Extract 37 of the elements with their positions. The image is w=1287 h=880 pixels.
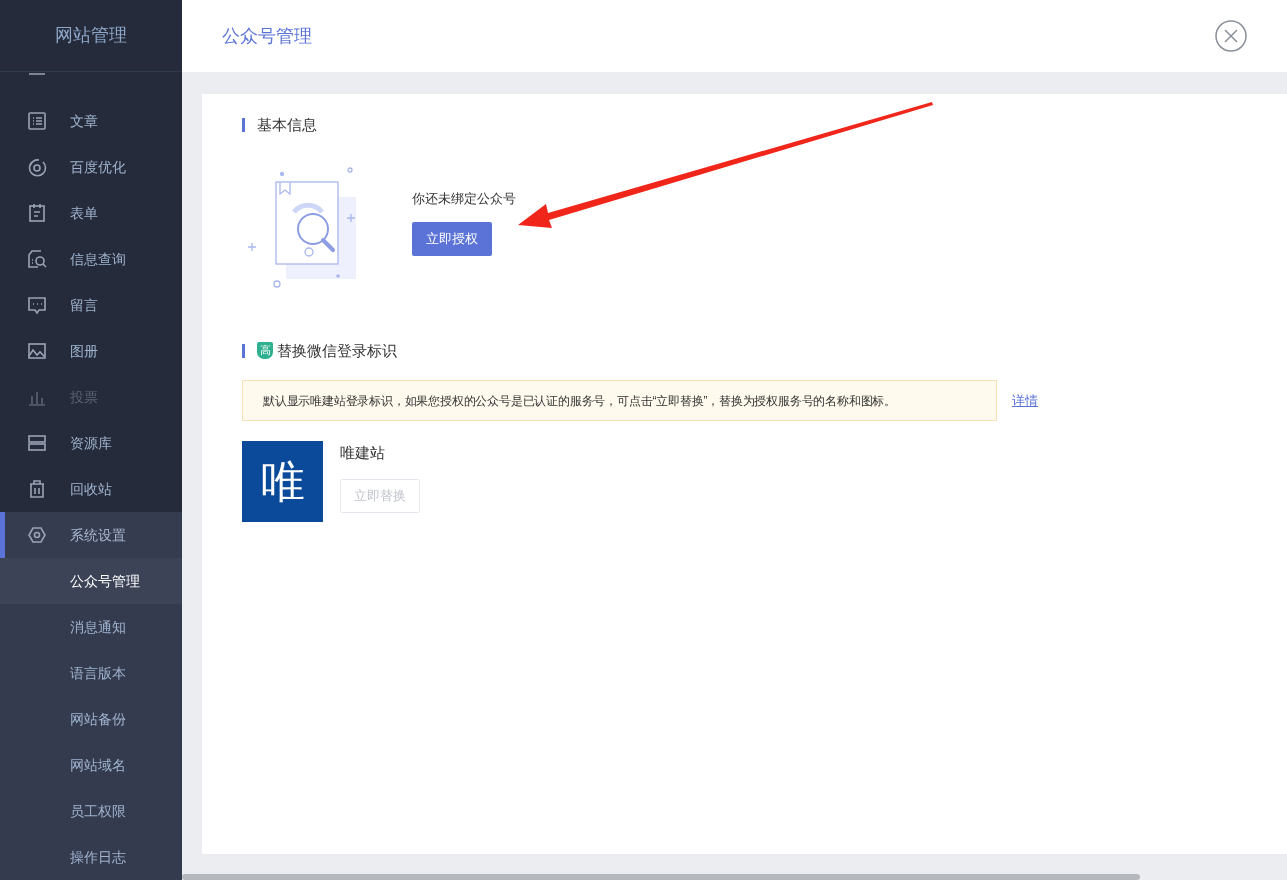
premium-badge: 高: [257, 342, 273, 360]
menu-item[interactable]: 资源库: [0, 420, 182, 466]
submenu-item[interactable]: 网站域名: [0, 742, 182, 788]
list-icon: [27, 111, 47, 131]
page-title: 公众号管理: [222, 24, 312, 48]
section-heading: 基本信息: [257, 115, 317, 135]
submenu-item[interactable]: 消息通知: [0, 604, 182, 650]
close-icon[interactable]: [1215, 20, 1247, 52]
menu-item[interactable]: 系统设置: [0, 512, 182, 558]
notice-text: 默认显示唯建站登录标识，如果您授权的公众号是已认证的服务号，可点击“立即替换”，替换为授权服务号的名称和图标。: [263, 392, 896, 410]
logo-tile: 唯: [242, 441, 323, 522]
menu-item[interactable]: 留言: [0, 282, 182, 328]
drawer-icon: [27, 433, 47, 453]
menu-item[interactable]: 文章: [0, 98, 182, 144]
authorize-button[interactable]: 立即授权: [412, 222, 492, 256]
submenu-item[interactable]: 网站备份: [0, 696, 182, 742]
section-heading: 替换微信登录标识: [277, 340, 397, 361]
menu-item[interactable]: 百度优化: [0, 144, 182, 190]
menu-item[interactable]: 信息查询: [0, 236, 182, 282]
image-icon: [27, 341, 47, 361]
trash-icon: [27, 479, 47, 499]
sidebar-title: 网站管理: [55, 24, 127, 47]
menu-item[interactable]: 表单: [0, 190, 182, 236]
menu-item[interactable]: 图册: [0, 328, 182, 374]
menu-item[interactable]: 回收站: [0, 466, 182, 512]
submenu-item[interactable]: 操作日志: [0, 834, 182, 880]
account-name: 唯建站: [340, 443, 385, 463]
submenu-item[interactable]: 语言版本: [0, 650, 182, 696]
clipboard-icon: [27, 203, 47, 223]
swirl-icon: [27, 157, 47, 177]
submenu-item[interactable]: 员工权限: [0, 788, 182, 834]
chat-icon: [27, 295, 47, 315]
details-link[interactable]: 详情: [1012, 390, 1038, 411]
doc-search-icon: [27, 249, 47, 269]
hexagon-icon: [27, 525, 47, 545]
status-message: 你还未绑定公众号: [412, 189, 516, 208]
submenu-item[interactable]: 公众号管理: [0, 558, 182, 604]
